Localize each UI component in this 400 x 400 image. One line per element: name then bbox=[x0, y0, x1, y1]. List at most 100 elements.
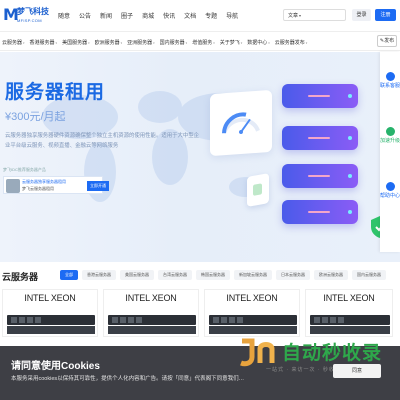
category-item[interactable]: 数据中心▾ bbox=[247, 39, 270, 46]
server-card-title: INTEL XEON bbox=[24, 293, 76, 303]
server-card[interactable]: INTEL XEON bbox=[103, 289, 199, 337]
chevron-down-icon: ▾ bbox=[240, 41, 243, 45]
server-panel-2 bbox=[282, 126, 358, 150]
cookie-agree-button[interactable]: 同意 bbox=[333, 364, 381, 378]
headset-icon bbox=[385, 72, 395, 81]
hero-ad[interactable]: 梦飞IDC推荐服务器产品 云服务器独享服务器租用 梦飞云服务器租用 立即开通 bbox=[0, 167, 109, 227]
server-panel-1 bbox=[282, 84, 358, 108]
chevron-down-icon: ▾ bbox=[299, 12, 302, 18]
hero-price: ¥300元/月起 bbox=[5, 111, 66, 123]
filter-tab[interactable]: 日本云服务器 bbox=[276, 270, 310, 280]
top-nav: 随意 公告 新闻 圈子 商城 快讯 文档 专题 导航 bbox=[58, 11, 238, 20]
server-card[interactable]: INTEL XEON bbox=[305, 289, 393, 337]
server-rack-image bbox=[108, 315, 196, 325]
phone-icon bbox=[247, 173, 269, 207]
category-item[interactable]: 关于梦飞▾ bbox=[220, 39, 243, 46]
publish-button[interactable]: ✎发布 bbox=[377, 35, 397, 47]
search-type-select[interactable]: 文章 bbox=[284, 12, 298, 19]
nav-item[interactable]: 文档 bbox=[184, 11, 196, 20]
speedometer-icon bbox=[222, 112, 260, 135]
nav-item[interactable]: 随意 bbox=[58, 11, 70, 20]
server-card-title: INTEL XEON bbox=[323, 293, 375, 303]
chevron-down-icon: ▾ bbox=[88, 41, 90, 45]
page: M 梦飞科技 MFISP.COM 随意 公告 新闻 圈子 商城 快讯 文档 专题… bbox=[0, 0, 400, 400]
sidebar-item-label: 帮助中心 bbox=[380, 193, 400, 199]
server-rack-image bbox=[7, 315, 95, 325]
chevron-down-icon: ▾ bbox=[213, 41, 215, 45]
nav-item[interactable]: 快讯 bbox=[163, 11, 175, 20]
watermark-logo-icon bbox=[240, 338, 275, 367]
ad-line-2: 梦飞云服务器租用 bbox=[22, 186, 54, 191]
cookie-description: 本服务采用cookies以保持其可靠性，提供个人化内容和广告。请按「同意」代表阁… bbox=[11, 376, 245, 382]
filter-tab[interactable]: 欧洲云服务器 bbox=[314, 270, 348, 280]
chevron-down-icon: ▾ bbox=[120, 41, 123, 45]
category-nav: 云服务器▾ 香港服务器▾ 美国服务器▾ 欧洲服务器▾ 亚洲服务器▾ 国内服务器▾… bbox=[0, 31, 400, 51]
server-filter-tabs: 全部 香港云服务器 美国云服务器 台湾云服务器 韩国云服务器 新加坡云服务器 日… bbox=[60, 270, 386, 280]
nav-item[interactable]: 新闻 bbox=[100, 11, 112, 20]
chevron-down-icon: ▾ bbox=[55, 41, 58, 45]
ad-open-button[interactable]: 立即开通 bbox=[87, 181, 109, 191]
help-icon bbox=[385, 182, 395, 191]
category-item[interactable]: 国内服务器▾ bbox=[160, 39, 188, 46]
nav-item[interactable]: 公告 bbox=[79, 11, 91, 20]
nav-item[interactable]: 圈子 bbox=[121, 11, 133, 20]
nav-item[interactable]: 商城 bbox=[142, 11, 154, 20]
section-title: 云服务器 bbox=[2, 272, 39, 282]
ad-card[interactable]: 云服务器独享服务器租用 梦飞云服务器租用 立即开通 bbox=[3, 176, 109, 194]
filter-tab[interactable]: 韩国云服务器 bbox=[196, 270, 230, 280]
hero-description: 云服务器独享服务器硬件资源确保整个独立主机资源的使用性能。适用于大中型企业平台级… bbox=[5, 133, 200, 149]
filter-tab[interactable]: 国内云服务器 bbox=[352, 270, 386, 280]
search-box: 文章 ▾ bbox=[283, 9, 346, 21]
server-rack-image bbox=[310, 315, 390, 325]
filter-tab[interactable]: 香港云服务器 bbox=[82, 270, 116, 280]
filter-tab[interactable]: 全部 bbox=[60, 270, 78, 280]
logo-sub: MFISP.COM bbox=[17, 18, 42, 23]
chevron-down-icon: ▾ bbox=[23, 41, 25, 45]
ad-top-text: 梦飞IDC推荐服务器产品 bbox=[3, 167, 46, 172]
publish-label: 发布 bbox=[384, 38, 395, 44]
rocket-icon bbox=[385, 127, 395, 136]
category-item[interactable]: 云服务器发布▾ bbox=[275, 39, 308, 46]
filter-tab[interactable]: 台湾云服务器 bbox=[158, 270, 192, 280]
avatar bbox=[6, 179, 20, 193]
server-card-title: INTEL XEON bbox=[226, 293, 278, 303]
right-sidebar: 联系客服 加速升级 帮助中心 bbox=[380, 52, 400, 252]
chevron-down-icon: ▾ bbox=[268, 41, 270, 45]
site-logo[interactable]: M 梦飞科技 MFISP.COM bbox=[3, 3, 49, 28]
gauge-card bbox=[210, 89, 272, 157]
filter-tab[interactable]: 美国云服务器 bbox=[120, 270, 154, 280]
sidebar-item-help[interactable]: 帮助中心 bbox=[380, 182, 400, 199]
filter-tab[interactable]: 新加坡云服务器 bbox=[234, 270, 272, 280]
ad-line-1: 云服务器独享服务器租用 bbox=[22, 179, 66, 184]
sidebar-item-label: 联系客服 bbox=[380, 83, 400, 89]
server-card-title: INTEL XEON bbox=[125, 293, 177, 303]
watermark-subtext: 一站式 · 来访一次 · 秒收录 bbox=[266, 367, 341, 373]
search-input[interactable] bbox=[304, 10, 343, 20]
category-item[interactable]: 美国服务器▾ bbox=[62, 39, 90, 46]
chevron-down-icon: ▾ bbox=[153, 41, 155, 45]
nav-item[interactable]: 导航 bbox=[226, 11, 238, 20]
server-card[interactable]: INTEL XEON bbox=[204, 289, 300, 337]
watermark-text: 自动秒收录 bbox=[282, 343, 383, 364]
nav-item[interactable]: 专题 bbox=[205, 11, 217, 20]
chevron-down-icon: ▾ bbox=[185, 41, 188, 45]
server-card-list: INTEL XEON INTEL XEON INTEL XEON INTEL X… bbox=[0, 289, 393, 337]
login-button[interactable]: 登录 bbox=[352, 9, 371, 21]
sidebar-item-upgrade[interactable]: 加速升级 bbox=[380, 127, 400, 144]
hero-title: 服务器租用 bbox=[5, 82, 106, 103]
category-item[interactable]: 香港服务器▾ bbox=[30, 39, 58, 46]
server-card[interactable]: INTEL XEON bbox=[2, 289, 98, 337]
chevron-down-icon: ▾ bbox=[305, 41, 308, 45]
category-item[interactable]: 增值服务▾ bbox=[192, 39, 215, 46]
register-button[interactable]: 注册 bbox=[375, 9, 396, 21]
hero-banner[interactable]: 服务器租用 ¥300元/月起 云服务器独享服务器硬件资源确保整个独立主机资源的使… bbox=[0, 52, 400, 262]
top-header: M 梦飞科技 MFISP.COM 随意 公告 新闻 圈子 商城 快讯 文档 专题… bbox=[0, 0, 400, 31]
server-rack-image bbox=[209, 315, 297, 325]
sidebar-item-support[interactable]: 联系客服 bbox=[380, 72, 400, 89]
category-item[interactable]: 欧洲服务器▾ bbox=[95, 39, 123, 46]
server-panel-4 bbox=[282, 200, 358, 224]
logo-name: 梦飞科技 bbox=[17, 6, 49, 16]
category-item[interactable]: 亚洲服务器▾ bbox=[127, 39, 155, 46]
sidebar-item-label: 加速升级 bbox=[380, 138, 400, 144]
category-item[interactable]: 云服务器▾ bbox=[2, 39, 25, 46]
